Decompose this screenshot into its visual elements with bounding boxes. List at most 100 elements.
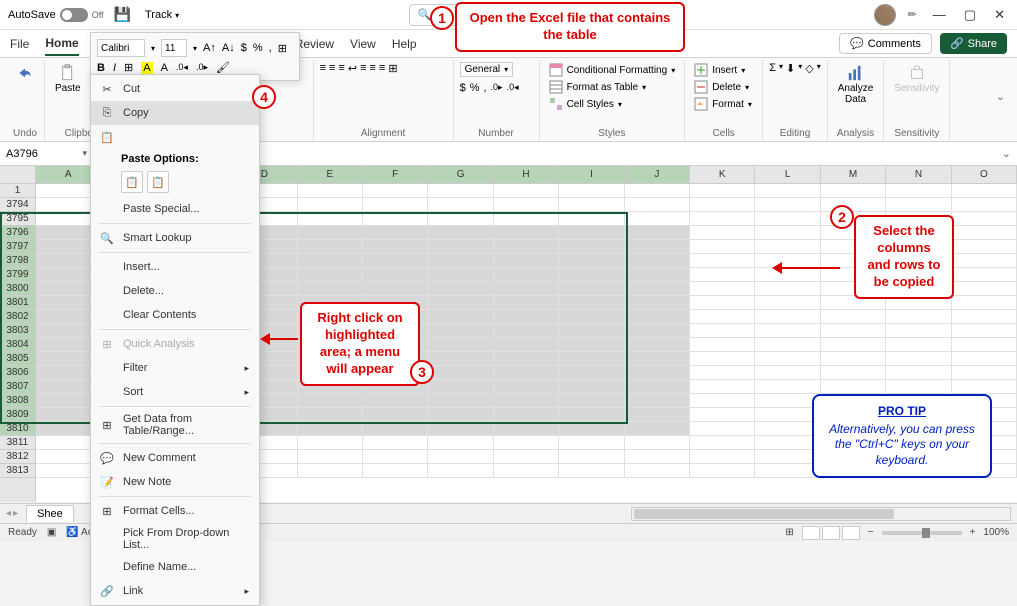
cell[interactable]: [755, 338, 820, 352]
cell[interactable]: [625, 324, 690, 338]
row-header[interactable]: 3797: [0, 240, 35, 254]
fill-icon[interactable]: ⬇: [786, 62, 795, 75]
cell[interactable]: [821, 366, 886, 380]
cell[interactable]: [755, 282, 820, 296]
accessibility-status[interactable]: ♿ Ac: [66, 527, 92, 538]
view-normal[interactable]: [802, 526, 820, 540]
decrease-font-icon[interactable]: A↓: [222, 42, 235, 54]
row-header[interactable]: 3800: [0, 282, 35, 296]
cell[interactable]: [559, 226, 624, 240]
cell[interactable]: [690, 282, 755, 296]
cell[interactable]: [625, 198, 690, 212]
format-as-table-button[interactable]: Format as Table ▾: [546, 79, 679, 95]
currency-icon[interactable]: $: [460, 82, 466, 94]
cell[interactable]: [428, 436, 493, 450]
align-right-icon[interactable]: ≡: [338, 62, 344, 74]
cell[interactable]: [886, 338, 951, 352]
cell[interactable]: [886, 184, 951, 198]
row-header[interactable]: 3808: [0, 394, 35, 408]
cell[interactable]: [428, 240, 493, 254]
row-header[interactable]: 1: [0, 184, 35, 198]
select-all-corner[interactable]: [0, 166, 36, 184]
cell[interactable]: [363, 198, 428, 212]
cell[interactable]: [559, 422, 624, 436]
cell[interactable]: [298, 226, 363, 240]
tab-home[interactable]: Home: [45, 32, 78, 56]
cm-pick-list[interactable]: Pick From Drop-down List...: [91, 523, 259, 555]
share-button[interactable]: 🔗 Share: [940, 33, 1007, 54]
cell[interactable]: [494, 338, 559, 352]
currency-mini-icon[interactable]: $: [241, 42, 247, 54]
cell[interactable]: [298, 268, 363, 282]
cell[interactable]: [298, 184, 363, 198]
cell[interactable]: [363, 436, 428, 450]
comma-icon[interactable]: ,: [483, 82, 486, 94]
cm-smart-lookup[interactable]: 🔍Smart Lookup: [91, 226, 259, 250]
col-header[interactable]: J: [625, 166, 690, 183]
cell[interactable]: [625, 450, 690, 464]
cell[interactable]: [363, 394, 428, 408]
cell[interactable]: [886, 366, 951, 380]
cell[interactable]: [428, 254, 493, 268]
cell[interactable]: [494, 436, 559, 450]
percent-icon[interactable]: %: [470, 82, 480, 94]
sensitivity-button[interactable]: Sensitivity: [890, 62, 943, 96]
cell[interactable]: [625, 408, 690, 422]
cell[interactable]: [363, 408, 428, 422]
cell[interactable]: [428, 408, 493, 422]
cm-sort[interactable]: Sort▸: [91, 380, 259, 404]
cell[interactable]: [690, 352, 755, 366]
cell[interactable]: [559, 380, 624, 394]
cell[interactable]: [494, 212, 559, 226]
cell[interactable]: [625, 226, 690, 240]
col-header[interactable]: N: [886, 166, 951, 183]
row-header[interactable]: 3802: [0, 310, 35, 324]
paste-button[interactable]: Paste: [51, 62, 85, 96]
cell[interactable]: [690, 226, 755, 240]
row-header[interactable]: 3807: [0, 380, 35, 394]
cell[interactable]: [690, 464, 755, 478]
clear-icon[interactable]: ◇: [805, 62, 813, 75]
cell[interactable]: [690, 394, 755, 408]
cell[interactable]: [559, 352, 624, 366]
row-header[interactable]: 3795: [0, 212, 35, 226]
cell[interactable]: [625, 212, 690, 226]
insert-cells-button[interactable]: Insert ▾: [691, 62, 755, 78]
col-header[interactable]: O: [952, 166, 1017, 183]
view-page-layout[interactable]: [822, 526, 840, 540]
cell[interactable]: [559, 254, 624, 268]
cell[interactable]: [690, 450, 755, 464]
cell[interactable]: [952, 310, 1017, 324]
cell[interactable]: [559, 310, 624, 324]
cell[interactable]: [755, 366, 820, 380]
cell[interactable]: [559, 282, 624, 296]
cell[interactable]: [298, 282, 363, 296]
cell[interactable]: [559, 338, 624, 352]
cell[interactable]: [559, 324, 624, 338]
cell[interactable]: [690, 268, 755, 282]
cell[interactable]: [952, 254, 1017, 268]
cell[interactable]: [821, 352, 886, 366]
format-cells-button[interactable]: Format ▾: [691, 96, 755, 112]
cm-filter[interactable]: Filter▸: [91, 356, 259, 380]
decimal-dec-mini-icon[interactable]: .0◂: [176, 62, 188, 73]
cell[interactable]: [428, 282, 493, 296]
tab-help[interactable]: Help: [392, 33, 417, 55]
cell[interactable]: [428, 380, 493, 394]
cell[interactable]: [494, 408, 559, 422]
cell[interactable]: [690, 380, 755, 394]
cell[interactable]: [755, 254, 820, 268]
cell[interactable]: [952, 240, 1017, 254]
cm-paste-icon[interactable]: 📋: [91, 125, 259, 149]
cell[interactable]: [559, 198, 624, 212]
cell[interactable]: [690, 408, 755, 422]
cell[interactable]: [755, 184, 820, 198]
col-header[interactable]: F: [363, 166, 428, 183]
italic-icon[interactable]: I: [113, 62, 116, 74]
cm-format-cells[interactable]: ⊞Format Cells...: [91, 499, 259, 523]
cell[interactable]: [494, 464, 559, 478]
cell[interactable]: [690, 296, 755, 310]
cell[interactable]: [494, 352, 559, 366]
cell[interactable]: [625, 380, 690, 394]
row-header[interactable]: 3809: [0, 408, 35, 422]
